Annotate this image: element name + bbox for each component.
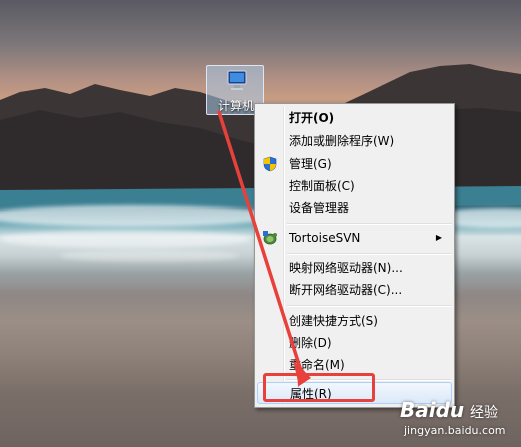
menu-item-device-manager[interactable]: 设备管理器 [257,197,452,219]
menu-separator [287,223,452,225]
menu-item-label: 设备管理器 [289,201,350,215]
tortoisesvn-icon [263,231,277,245]
watermark-url: jingyan.baidu.com [404,424,506,437]
wave-foam [60,250,240,262]
menu-item-map-network-drive[interactable]: 映射网络驱动器(N)... [257,257,452,279]
menu-item-label: 删除(D) [289,336,332,350]
menu-item-label: 控制面板(C) [289,179,355,193]
menu-item-open[interactable]: 打开(O) [257,107,452,129]
menu-separator [287,253,452,255]
menu-item-label: 断开网络驱动器(C)... [289,283,403,297]
menu-item-label: 管理(G) [289,157,332,171]
menu-item-tortoisesvn[interactable]: TortoiseSVN ▶ [257,227,452,249]
menu-item-control-panel[interactable]: 控制面板(C) [257,175,452,197]
menu-item-disconnect-network-drive[interactable]: 断开网络驱动器(C)... [257,279,452,301]
menu-item-label: 创建快捷方式(S) [289,314,378,328]
menu-item-manage[interactable]: 管理(G) [257,153,452,175]
menu-item-create-shortcut[interactable]: 创建快捷方式(S) [257,310,452,332]
menu-item-label: TortoiseSVN [289,231,361,245]
computer-icon [227,70,247,90]
watermark-brand: Baidu [400,398,465,422]
uac-shield-icon [263,156,277,172]
properties-highlight-box [263,373,375,402]
menu-item-label: 添加或删除程序(W) [289,134,395,148]
submenu-arrow-icon: ▶ [435,233,442,242]
menu-separator [287,305,452,307]
wave-foam [0,230,250,248]
menu-item-label: 打开(O) [289,111,335,125]
baidu-jingyan-watermark: Baidu 经验 jingyan.baidu.com [398,396,521,447]
context-menu: 打开(O) 添加或删除程序(W) 管理(G) 控制面板(C) 设备管理器 Tor… [254,103,455,408]
watermark-sub: 经验 [470,405,498,421]
menu-item-label: 映射网络驱动器(N)... [289,261,403,275]
menu-item-add-remove-programs[interactable]: 添加或删除程序(W) [257,130,452,152]
menu-item-delete[interactable]: 删除(D) [257,332,452,354]
